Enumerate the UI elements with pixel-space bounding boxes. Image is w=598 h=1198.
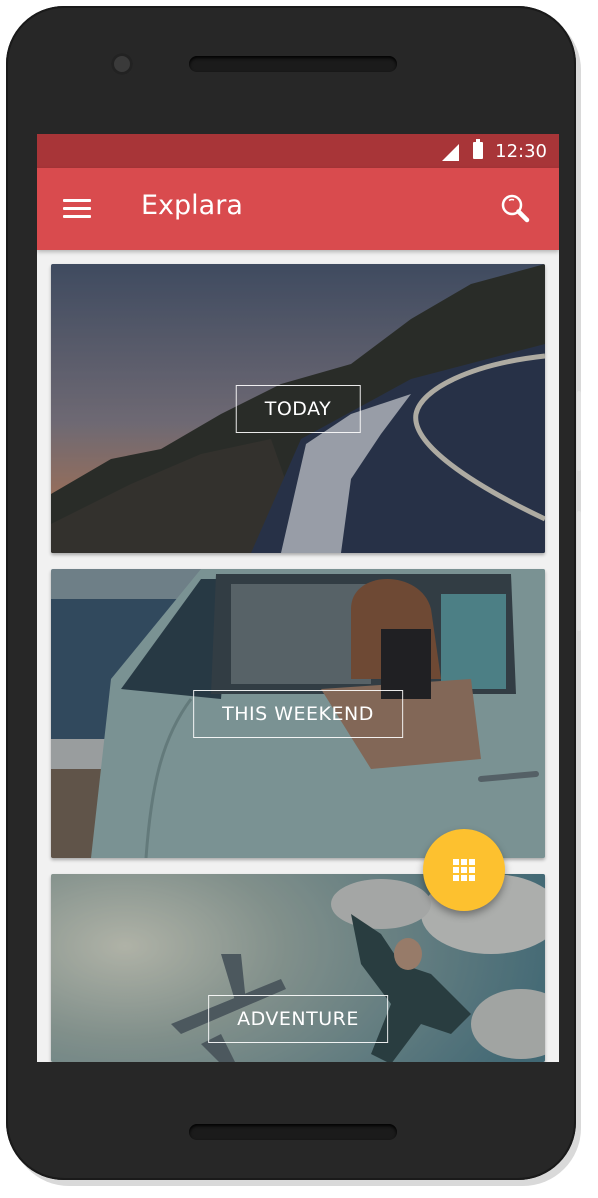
volume-button[interactable]	[577, 511, 581, 631]
status-time: 12:30	[495, 141, 547, 162]
category-label-adventure: ADVENTURE	[208, 995, 388, 1043]
grid-apps-icon	[453, 859, 475, 881]
category-label-today: TODAY	[235, 384, 361, 433]
app-screen: 12:30 Explara TODAY THIS WEEKEND ADVENTU…	[37, 134, 559, 1062]
phone-frame: 12:30 Explara TODAY THIS WEEKEND ADVENTU…	[6, 6, 581, 1180]
power-button[interactable]	[577, 391, 581, 471]
bottom-speaker	[189, 1124, 397, 1140]
signal-icon	[442, 144, 459, 161]
earpiece-speaker	[189, 56, 397, 72]
status-bar: 12:30	[37, 134, 559, 168]
front-camera	[111, 53, 133, 75]
apps-fab-button[interactable]	[423, 829, 505, 911]
battery-icon	[473, 139, 483, 159]
app-title: Explara	[141, 190, 243, 221]
category-card-this-weekend[interactable]: THIS WEEKEND	[51, 569, 545, 858]
category-label-this-weekend: THIS WEEKEND	[193, 689, 403, 738]
app-bar: Explara	[37, 168, 559, 250]
search-icon[interactable]	[499, 192, 531, 224]
category-card-today[interactable]: TODAY	[51, 264, 545, 553]
hamburger-menu-icon[interactable]	[63, 199, 91, 219]
